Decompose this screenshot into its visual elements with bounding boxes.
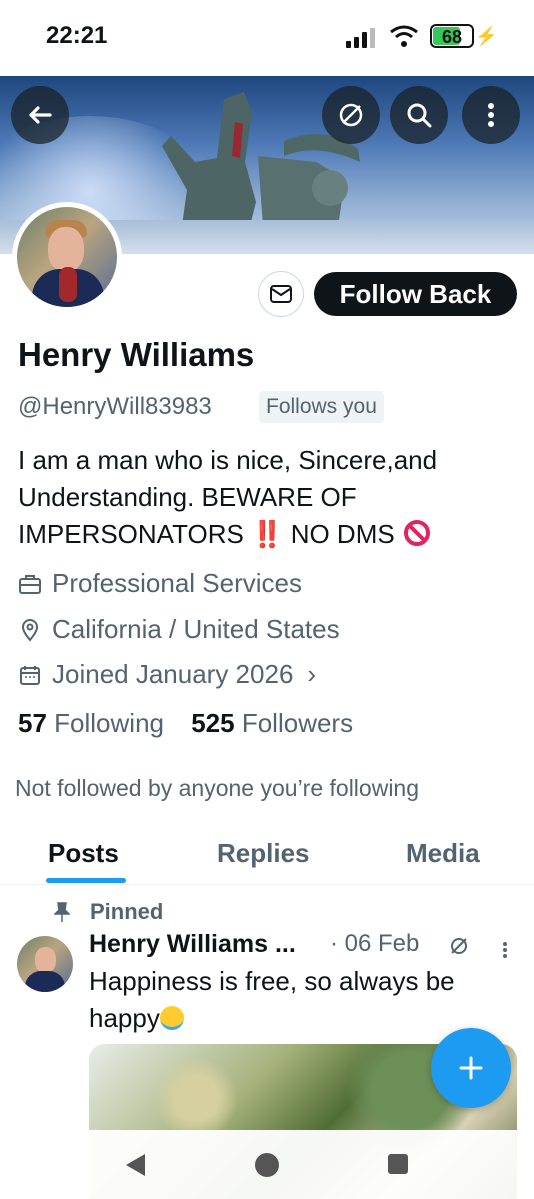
bio-line-1: I am a man who is nice, Sincere,and [18, 445, 438, 475]
nav-recents-icon[interactable] [386, 1152, 410, 1176]
no-entry-icon [403, 520, 430, 546]
double-exclamation-icon: ‼️ [251, 519, 284, 549]
nav-back-icon[interactable] [123, 1152, 147, 1178]
tab-media[interactable]: Media [406, 838, 480, 869]
status-time: 22:21 [46, 22, 108, 49]
followers-link[interactable]: 525 Followers [191, 708, 353, 738]
post-text: Happiness is free, so always be happy [89, 963, 509, 1037]
plus-icon [459, 1056, 483, 1080]
bio-line-3: IMPERSONATORS ‼️ NO DMS [18, 516, 508, 553]
pin-icon [54, 902, 70, 922]
profile-avatar-frame[interactable] [12, 202, 122, 312]
location-label: California / United States [52, 614, 340, 644]
bio-line-2: Understanding. BEWARE OF [18, 482, 357, 512]
post-text-line-1: Happiness is free, so always be [89, 966, 455, 996]
message-button[interactable] [258, 271, 304, 317]
followers-count: 525 [191, 708, 235, 738]
active-tab-indicator [46, 878, 126, 883]
profile-stats: 57 Following 525 Followers [18, 708, 353, 739]
follow-back-button[interactable]: Follow Back [314, 272, 517, 316]
back-arrow-icon [29, 106, 52, 124]
post-author[interactable]: Henry Williams ... [89, 930, 296, 959]
more-icon [488, 103, 494, 127]
pinned-indicator: Pinned [54, 899, 163, 925]
system-navigation-bar [0, 1130, 534, 1199]
following-label: Following [54, 708, 164, 738]
bio-no-dms: NO DMS [290, 519, 395, 549]
followers-label: Followers [241, 708, 354, 738]
profile-tabs: Posts Replies Media [0, 822, 534, 885]
profile-joined[interactable]: Joined January 2026 › [18, 659, 316, 690]
tab-replies[interactable]: Replies [217, 838, 310, 869]
profile-location: California / United States [18, 614, 340, 645]
compose-button[interactable] [431, 1028, 511, 1108]
avatar[interactable] [17, 207, 117, 307]
location-pin-icon [21, 618, 39, 642]
post-avatar[interactable] [17, 936, 73, 992]
post-more-icon[interactable] [501, 940, 509, 960]
profile-name: Henry Williams [18, 336, 255, 373]
signal-icon [346, 28, 380, 48]
calendar-icon [20, 665, 40, 685]
back-button[interactable] [11, 86, 69, 144]
search-button[interactable] [390, 86, 448, 144]
status-bar: 22:21 68 ⚡ [0, 0, 534, 76]
follows-you-badge: Follows you [259, 391, 384, 423]
battery-level: 68 [441, 27, 463, 47]
briefcase-icon [19, 574, 41, 594]
tab-posts[interactable]: Posts [48, 838, 119, 869]
profile-handle: @HenryWill83983 [18, 393, 212, 420]
chevron-right-icon: › [307, 659, 317, 689]
followed-by-note: Not followed by anyone you’re following [15, 775, 420, 801]
charging-icon: ⚡ [475, 26, 498, 46]
following-link[interactable]: 57 Following [18, 708, 164, 738]
post-text-line-2: happy [89, 1000, 509, 1037]
post-grok-icon[interactable] [448, 935, 470, 957]
category-label: Professional Services [52, 568, 302, 598]
profile-bio: I am a man who is nice, Sincere,and Unde… [18, 442, 508, 553]
wifi-icon [390, 25, 418, 47]
joined-label: Joined January 2026 [52, 659, 294, 689]
nav-home-icon[interactable] [254, 1152, 280, 1178]
following-count: 57 [18, 708, 47, 738]
mail-icon [270, 285, 292, 303]
smiling-halo-icon [159, 1006, 184, 1030]
grok-button[interactable] [322, 86, 380, 144]
profile-category: Professional Services [18, 568, 302, 599]
post-date[interactable]: · 06 Feb [330, 930, 419, 958]
search-icon [407, 103, 432, 128]
grok-icon [339, 103, 363, 127]
bio-impersonators: IMPERSONATORS [18, 519, 244, 549]
pinned-label: Pinned [90, 899, 164, 924]
more-button[interactable] [462, 86, 520, 144]
battery-icon: 68 [430, 24, 474, 48]
